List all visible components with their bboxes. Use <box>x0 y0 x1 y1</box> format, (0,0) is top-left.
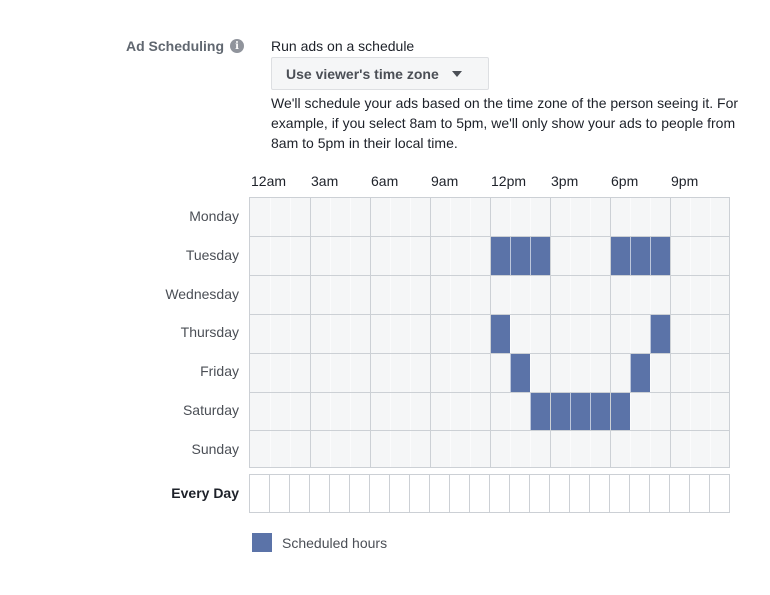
grid-divider <box>449 198 451 467</box>
every-day-cell[interactable] <box>290 475 310 512</box>
every-day-cell[interactable] <box>430 475 450 512</box>
every-day-label: Every Day <box>171 485 239 501</box>
ad-scheduling-label-group: Ad Scheduling i <box>126 38 244 54</box>
legend-label: Scheduled hours <box>282 534 388 551</box>
every-day-cell[interactable] <box>590 475 610 512</box>
grid-divider <box>469 198 471 467</box>
every-day-cell[interactable] <box>370 475 390 512</box>
grid-divider <box>349 198 351 467</box>
grid-divider <box>269 198 271 467</box>
scheduled-cell[interactable] <box>530 392 550 431</box>
day-label: Monday <box>189 208 239 224</box>
grid-row-divider <box>250 236 729 238</box>
every-day-cell[interactable] <box>390 475 410 512</box>
hour-label: 3pm <box>551 173 579 189</box>
every-day-cell[interactable] <box>630 475 650 512</box>
hour-label: 12am <box>251 173 287 189</box>
run-ads-text: Run ads on a schedule <box>271 38 415 54</box>
grid-divider <box>409 198 411 467</box>
day-label: Thursday <box>180 324 239 341</box>
grid-row-divider <box>250 352 729 354</box>
grid-row-divider <box>250 275 729 277</box>
grid-divider <box>389 198 391 467</box>
hour-label: 3am <box>311 173 339 189</box>
every-day-cell[interactable] <box>470 475 490 512</box>
grid-divider <box>669 198 671 467</box>
grid-divider <box>509 198 511 467</box>
timezone-dropdown[interactable]: Use viewer's time zone <box>271 57 489 90</box>
scheduled-cell[interactable] <box>610 392 630 431</box>
timezone-description: We'll schedule your ads based on the tim… <box>271 95 739 151</box>
grid-divider <box>489 198 491 467</box>
grid-divider <box>629 198 631 467</box>
hour-label: 12pm <box>491 173 527 189</box>
every-day-cell[interactable] <box>410 475 430 512</box>
every-day-cell[interactable] <box>550 475 570 512</box>
grid-divider <box>549 198 551 467</box>
hour-labels: 12am 3am 6am 9am 12pm 3pm 6pm 9pm <box>249 173 730 193</box>
scheduled-cell[interactable] <box>590 392 610 431</box>
grid-row-divider <box>250 391 729 393</box>
grid-divider <box>289 198 291 467</box>
scheduled-cell[interactable] <box>530 236 550 276</box>
every-day-cell[interactable] <box>350 475 370 512</box>
grid-divider <box>309 198 311 467</box>
every-day-row[interactable] <box>249 474 730 513</box>
scheduled-cell[interactable] <box>630 236 650 276</box>
scheduled-cell[interactable] <box>630 353 650 392</box>
section-label: Ad Scheduling <box>126 38 224 54</box>
scheduled-cell[interactable] <box>610 236 630 276</box>
every-day-cell[interactable] <box>330 475 350 512</box>
every-day-cell[interactable] <box>270 475 290 512</box>
day-label: Sunday <box>191 440 239 457</box>
every-day-cell[interactable] <box>530 475 550 512</box>
grid-divider <box>709 198 711 467</box>
every-day-cell[interactable] <box>670 475 690 512</box>
every-day-cell[interactable] <box>690 475 710 512</box>
every-day-cell[interactable] <box>250 475 270 512</box>
caret-down-icon <box>451 70 462 77</box>
scheduled-cell[interactable] <box>490 236 510 276</box>
day-label: Friday <box>200 363 239 380</box>
day-label: Saturday <box>182 402 239 418</box>
hour-label: 6pm <box>611 173 639 189</box>
scheduled-cell[interactable] <box>650 314 670 354</box>
grid-row-divider <box>250 313 729 315</box>
day-label: Wednesday <box>165 285 239 302</box>
day-label: Tuesday <box>185 246 239 263</box>
grid-divider <box>609 198 611 467</box>
every-day-cell[interactable] <box>310 475 330 512</box>
every-day-cell[interactable] <box>650 475 670 512</box>
grid-divider <box>369 198 371 467</box>
info-icon[interactable]: i <box>230 39 244 53</box>
every-day-cell[interactable] <box>570 475 590 512</box>
hour-label: 6am <box>371 173 399 189</box>
every-day-cell[interactable] <box>490 475 510 512</box>
timezone-dropdown-value: Use viewer's time zone <box>286 65 439 82</box>
every-day-cell[interactable] <box>610 475 630 512</box>
scheduled-cell[interactable] <box>510 353 530 392</box>
hour-label: 9pm <box>671 173 699 189</box>
grid-divider <box>569 198 571 467</box>
scheduled-cell[interactable] <box>490 314 510 354</box>
legend-swatch <box>252 533 272 552</box>
legend: Scheduled hours <box>252 533 387 552</box>
grid-divider <box>589 198 591 467</box>
grid-divider <box>649 198 651 467</box>
grid-divider <box>689 198 691 467</box>
scheduled-cell[interactable] <box>570 392 590 431</box>
every-day-cell[interactable] <box>510 475 530 512</box>
schedule-grid[interactable] <box>249 197 730 468</box>
scheduled-cell[interactable] <box>550 392 570 431</box>
hour-label: 9am <box>431 173 459 189</box>
grid-divider <box>529 198 531 467</box>
grid-divider <box>329 198 331 467</box>
every-day-cell[interactable] <box>450 475 470 512</box>
scheduled-cell[interactable] <box>650 236 670 276</box>
scheduled-cell[interactable] <box>510 236 530 276</box>
grid-divider <box>429 198 431 467</box>
every-day-cell[interactable] <box>710 475 730 512</box>
grid-row-divider <box>250 430 729 432</box>
